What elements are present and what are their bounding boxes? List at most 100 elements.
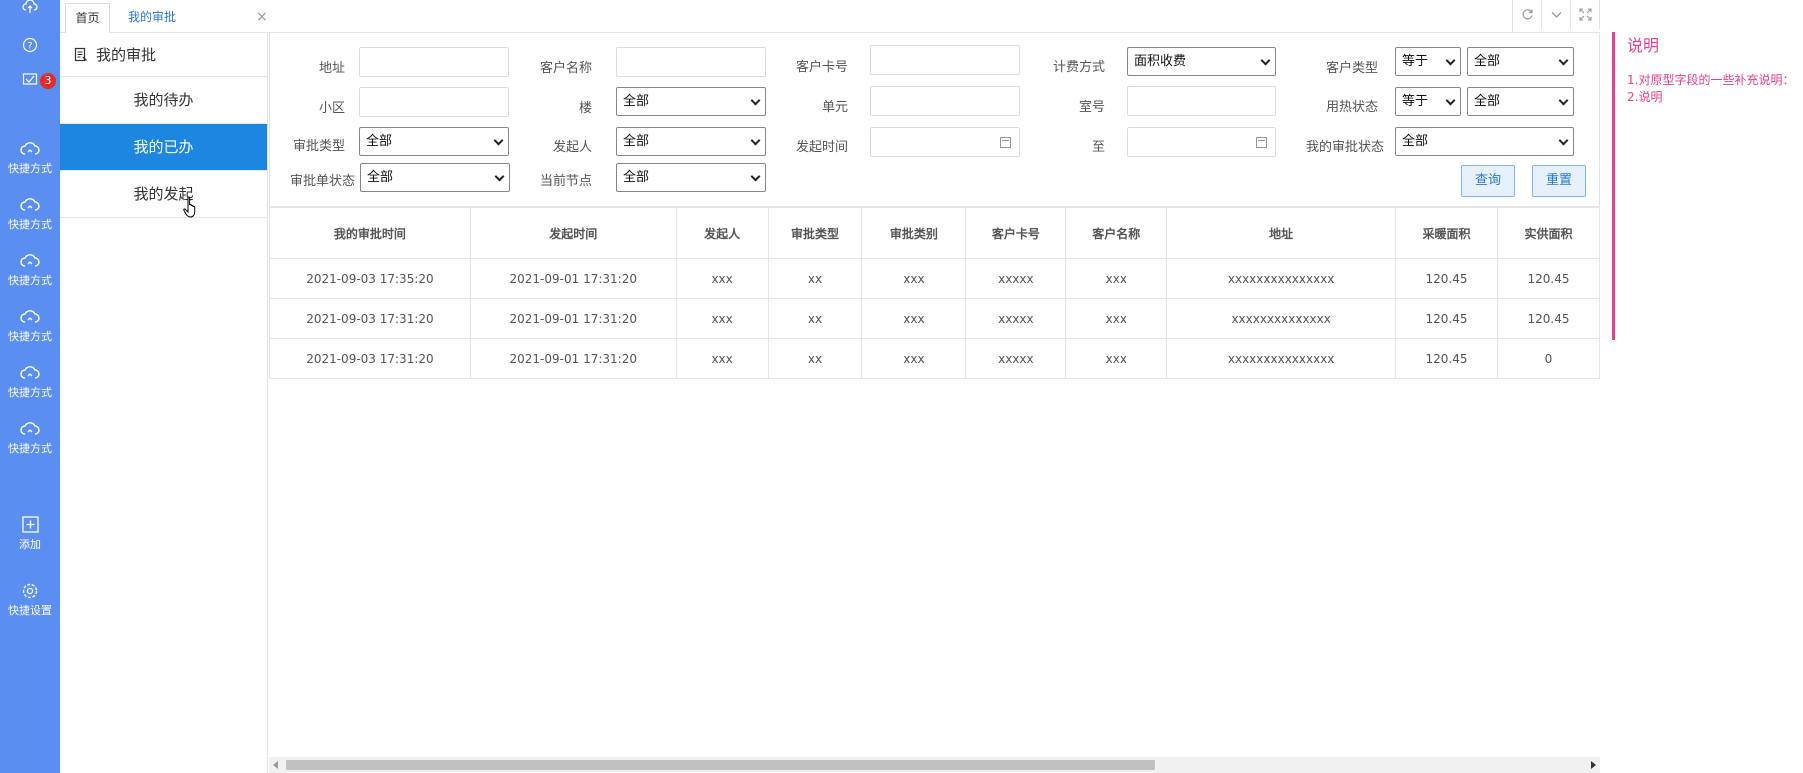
customer-name-input[interactable] [616,47,766,77]
cloud-shortcut-icon [20,198,40,211]
customer-type-operator-select[interactable]: 等于 [1395,47,1461,76]
tab-label: 我的审批 [128,10,177,24]
table-cell: xxxxx [965,338,1067,379]
table-cell: 120.45 [1497,258,1600,299]
table-cell: 120.45 [1395,258,1498,299]
shortcut-label: 快捷方式 [8,218,52,231]
table-cell-approval-type: xx [767,258,863,299]
table-cell: xxxxxxxxxxxxxx [1166,298,1397,339]
start-time-input[interactable] [870,127,1020,157]
shortcut-label: 快捷方式 [8,162,52,175]
heat-status-operator-select[interactable]: 等于 [1395,87,1461,116]
customer-name-label: 客户名称 [539,61,592,76]
address-input[interactable] [359,47,509,77]
cloud-shortcut-icon [20,254,40,267]
refresh-icon[interactable] [1513,0,1542,29]
end-time-input[interactable] [1127,127,1276,157]
initiator-label: 发起人 [552,140,592,155]
table-cell: 2021-09-01 17:31:20 [469,298,677,339]
unit-input[interactable] [870,86,1020,116]
shortcut-label: 快捷方式 [8,442,52,455]
shortcut-6[interactable]: 快捷方式 [0,420,60,455]
note-accent-bar [1612,32,1615,340]
tab-home[interactable]: 首页 [65,3,110,33]
billing-method-label: 计费方式 [1052,60,1105,75]
room-input[interactable] [1127,86,1276,116]
add-label: 添加 [19,538,41,551]
billing-method-select[interactable]: 面积收费 [1127,47,1276,76]
shortcut-5[interactable]: 快捷方式 [0,364,60,399]
approval-table: 我的审批时间 发起时间 发起人 审批类型 审批类别 客户卡号 客户名称 地址 采… [269,207,1600,379]
table-cell: xxx [861,298,967,339]
settings-label: 快捷设置 [8,604,52,617]
column-header: 采暖面积 [1395,207,1498,259]
close-icon[interactable]: × [256,3,268,31]
table-row[interactable]: 2021-09-03 17:31:20 2021-09-01 17:31:20 … [269,298,1600,339]
shortcut-2[interactable]: 快捷方式 [0,196,60,231]
customer-card-input[interactable] [870,45,1020,75]
table-cell: 120.45 [1395,338,1498,379]
query-button[interactable]: 查询 [1461,165,1515,197]
shortcut-3[interactable]: 快捷方式 [0,252,60,287]
room-label: 室号 [1078,100,1105,115]
tab-strip: 首页 我的审批 × [60,0,1600,33]
cloud-upload-icon[interactable] [0,0,60,17]
scrollbar-thumb[interactable] [286,760,1155,770]
my-status-label: 我的审批状态 [1305,140,1384,155]
approval-submenu: 我的审批 我的待办 我的已办 我的发起 [60,33,268,773]
note-line: 1.对原型字段的一些补充说明： [1627,73,1795,87]
chevron-down-icon[interactable] [1542,0,1571,29]
reset-button[interactable]: 重置 [1532,165,1586,197]
heat-status-select[interactable]: 全部 [1467,87,1574,116]
submenu-item-initiated[interactable]: 我的发起 [60,171,267,218]
note-title: 说明 [1627,36,1660,55]
scroll-right-icon[interactable] [1591,761,1596,769]
my-status-select[interactable]: 全部 [1395,127,1574,156]
shortcut-1[interactable]: 快捷方式 [0,140,60,175]
cloud-shortcut-icon [20,366,40,379]
building-select[interactable]: 全部 [616,87,766,116]
shortcut-4[interactable]: 快捷方式 [0,308,60,343]
approval-type-label: 审批类型 [292,139,345,154]
calendar-icon[interactable] [1000,137,1011,148]
submenu-item-pending[interactable]: 我的待办 [60,77,267,124]
table-row[interactable]: 2021-09-03 17:35:20 2021-09-01 17:31:20 … [269,258,1600,299]
pointer-cursor-icon [183,196,196,218]
address-label: 地址 [318,61,345,76]
table-cell: 0 [1497,338,1600,379]
add-shortcut-button[interactable]: 添加 [0,516,60,551]
calendar-icon[interactable] [1256,137,1267,148]
submenu-header: 我的审批 [60,33,267,77]
column-header: 客户卡号 [965,207,1067,259]
doc-status-select[interactable]: 全部 [360,163,510,192]
table-cell: 2021-09-01 17:31:20 [469,258,677,299]
cloud-shortcut-icon [20,142,40,155]
table-cell-approval-type: xx [767,298,863,339]
table-cell: 2021-09-03 17:35:20 [269,258,471,299]
shortcut-settings-button[interactable]: 快捷设置 [0,582,60,617]
cloud-shortcut-icon [20,422,40,435]
fullscreen-icon[interactable] [1571,0,1600,29]
heat-status-label: 用热状态 [1325,100,1378,115]
customer-type-select[interactable]: 全部 [1467,47,1574,76]
horizontal-scrollbar[interactable] [269,757,1600,773]
initiator-select[interactable]: 全部 [616,127,766,156]
current-node-select[interactable]: 全部 [616,163,766,192]
notification-badge: 3 [40,73,56,89]
table-cell: xxx [1065,258,1168,299]
building-label: 楼 [578,101,592,116]
approval-type-select[interactable]: 全部 [359,127,509,156]
tab-my-approval[interactable]: 我的审批 × [118,3,268,33]
table-cell: xxx [1065,298,1168,339]
submenu-item-done[interactable]: 我的已办 [60,124,267,171]
table-cell: xxx [861,258,967,299]
svg-text:?: ? [28,42,33,52]
community-input[interactable] [359,87,509,117]
customer-card-label: 客户卡号 [795,60,848,75]
scroll-left-icon[interactable] [273,761,278,769]
help-icon[interactable]: ? [0,37,60,56]
table-cell: 2021-09-03 17:31:20 [269,338,471,379]
current-node-label: 当前节点 [539,174,592,189]
table-row[interactable]: 2021-09-03 17:31:20 2021-09-01 17:31:20 … [269,338,1600,379]
column-header: 发起时间 [469,207,677,259]
